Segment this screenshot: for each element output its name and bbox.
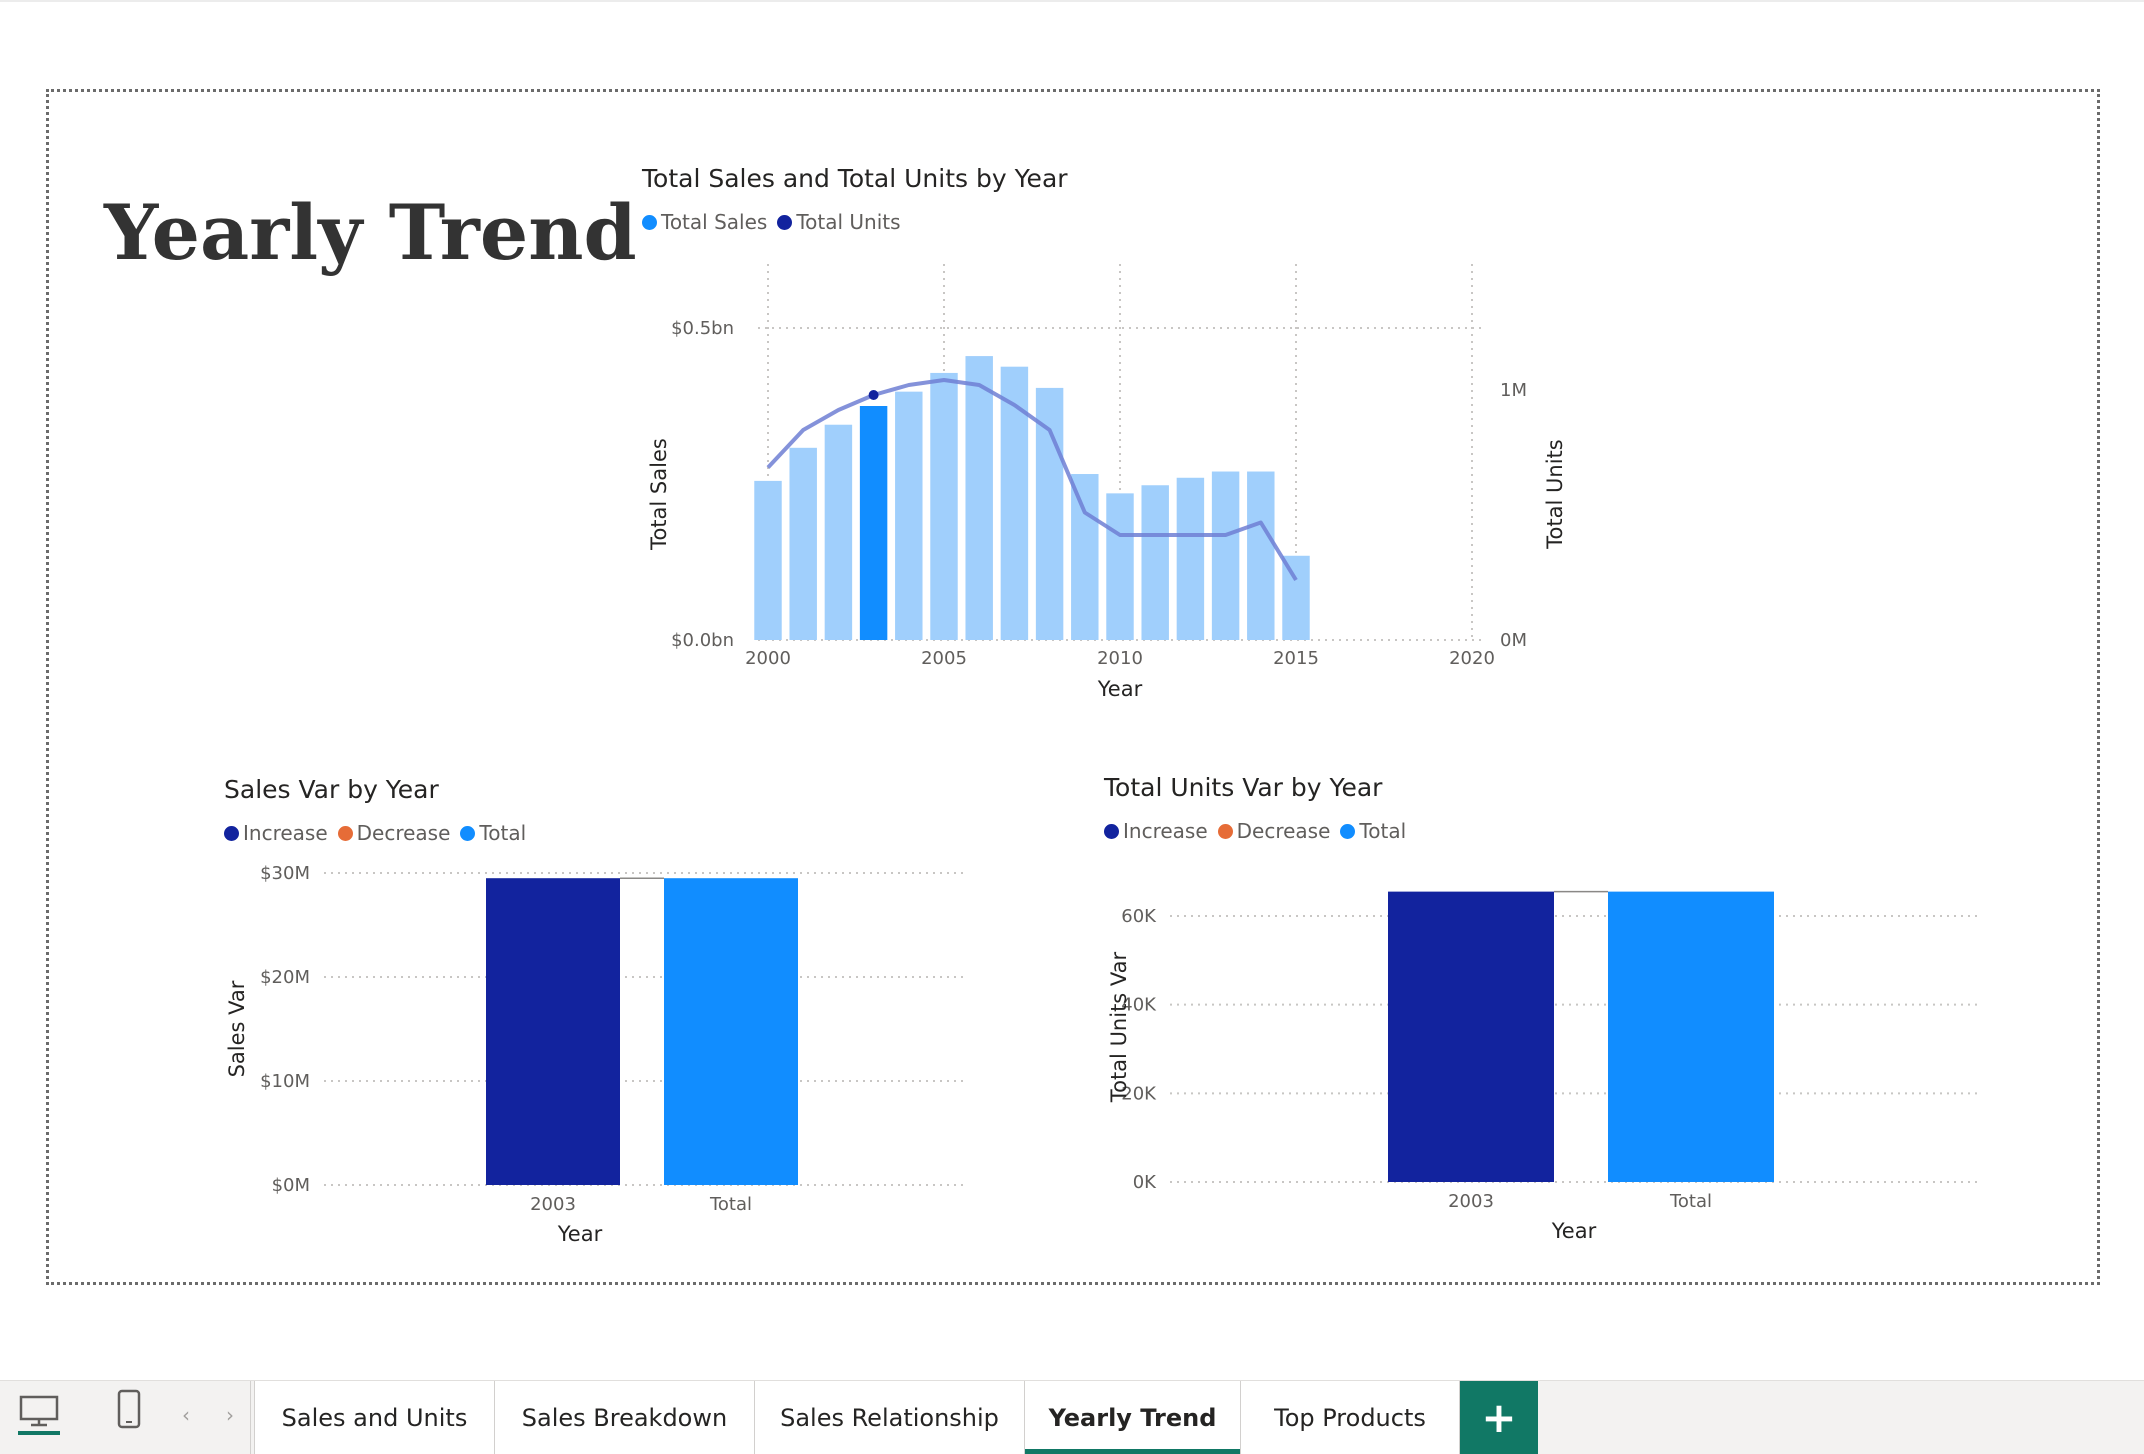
add-page-button[interactable]: + — [1460, 1381, 1538, 1454]
bar-total-sales — [1211, 471, 1240, 640]
tab-sales-breakdown[interactable]: Sales Breakdown — [494, 1381, 754, 1454]
tab-yearly-trend[interactable]: Yearly Trend — [1024, 1381, 1240, 1454]
page-tab-bar: ‹ › Sales and Units Sales Breakdown Sale… — [0, 1380, 2144, 1454]
tabbar-divider — [250, 1381, 251, 1454]
bar-total-sales — [1071, 474, 1099, 640]
sales-var-chart-svg: $0M $10M $20M $30M 2003 Total Year Sales Var — [225, 863, 964, 1246]
y-tick-label: $20M — [260, 967, 310, 988]
y-tick-label: 0K — [1133, 1172, 1157, 1193]
units-var-chart-svg: 0K20K40K60K2003 TotalYearTotal Units Var — [1107, 890, 1978, 1243]
y2-axis-title: Total Units — [1543, 439, 1567, 549]
tab-label: Yearly Trend — [1048, 1403, 1217, 1432]
desktop-icon[interactable] — [18, 1387, 60, 1441]
sales-var-chart-visual[interactable]: Sales Var by Year Increase Decrease Tota… — [224, 775, 984, 1255]
bar-total — [1608, 891, 1774, 1182]
y2-tick-label: 0M — [1500, 630, 1527, 651]
y-tick-label: $0.5bn — [671, 318, 734, 339]
bar-total-sales — [1247, 471, 1275, 640]
tab-sales-relationship[interactable]: Sales Relationship — [754, 1381, 1024, 1454]
y-tick-label: $0M — [272, 1175, 310, 1196]
y-tick-label: $0.0bn — [671, 630, 734, 651]
x-tick-label: 2005 — [921, 648, 967, 669]
y-axis-title: Total Sales — [647, 438, 671, 551]
bar-total-sales — [1282, 555, 1310, 640]
x-tick-label: 2003 — [530, 1194, 576, 1215]
x-tick-label: 2000 — [745, 648, 791, 669]
tab-top-products[interactable]: Top Products — [1240, 1381, 1460, 1454]
y-tick-label: $30M — [260, 863, 310, 884]
bar-increase — [1388, 891, 1554, 1182]
bar-total-sales — [859, 406, 888, 640]
bar-total-sales — [1000, 366, 1029, 640]
bar-increase — [486, 878, 620, 1185]
tab-label: Sales Relationship — [780, 1403, 999, 1432]
bar-total-sales — [930, 372, 958, 640]
x-tick-label: 2003 — [1448, 1191, 1494, 1212]
page-title: Yearly Trend — [104, 188, 637, 277]
bar-total — [664, 878, 798, 1185]
bar-total-sales — [895, 391, 923, 640]
y-tick-label: 60K — [1121, 906, 1157, 927]
bar-total-sales — [1176, 477, 1205, 640]
bar-total-sales — [824, 424, 853, 640]
tab-scroll-left-icon[interactable]: ‹ — [182, 1403, 190, 1427]
tab-label: Sales and Units — [281, 1403, 468, 1432]
units-var-chart-visual[interactable]: Total Units Var by Year Increase Decreas… — [1104, 773, 1984, 1253]
bar-total-sales — [754, 480, 782, 640]
x-tick-label: Total — [709, 1194, 752, 1215]
bar-total-sales — [1141, 485, 1169, 640]
tab-sales-and-units[interactable]: Sales and Units — [254, 1381, 494, 1454]
tab-label: Sales Breakdown — [521, 1403, 728, 1432]
combo-chart-visual[interactable]: Total Sales and Total Units by Year Tota… — [642, 164, 1567, 704]
x-axis-title: Year — [557, 1222, 603, 1246]
x-tick-label: 2020 — [1449, 648, 1495, 669]
bar-total-sales — [1106, 493, 1134, 640]
y-axis-title: Sales Var — [225, 980, 249, 1077]
bar-total-sales — [789, 447, 817, 640]
combo-chart-svg: 2000 2005 2010 2015 2020 $0.0bn $0.5bn 0M 1M Tota… — [647, 264, 1567, 701]
x-tick-label: 2010 — [1097, 648, 1143, 669]
bar-total-sales — [1035, 387, 1064, 640]
y-axis-title: Total Units Var — [1107, 951, 1131, 1103]
top-divider — [0, 0, 2144, 2]
x-tick-label: Total — [1669, 1191, 1712, 1212]
x-axis-title: Year — [1551, 1219, 1597, 1243]
tab-label: Top Products — [1274, 1403, 1426, 1432]
point-total-units-highlight — [868, 390, 879, 400]
y2-tick-label: 1M — [1500, 380, 1527, 401]
y-tick-label: $10M — [260, 1071, 310, 1092]
x-axis-title: Year — [1097, 677, 1143, 701]
x-tick-label: 2015 — [1273, 648, 1319, 669]
tab-scroll-right-icon[interactable]: › — [226, 1403, 234, 1427]
phone-icon[interactable] — [114, 1387, 144, 1441]
bar-total-sales — [965, 356, 993, 640]
